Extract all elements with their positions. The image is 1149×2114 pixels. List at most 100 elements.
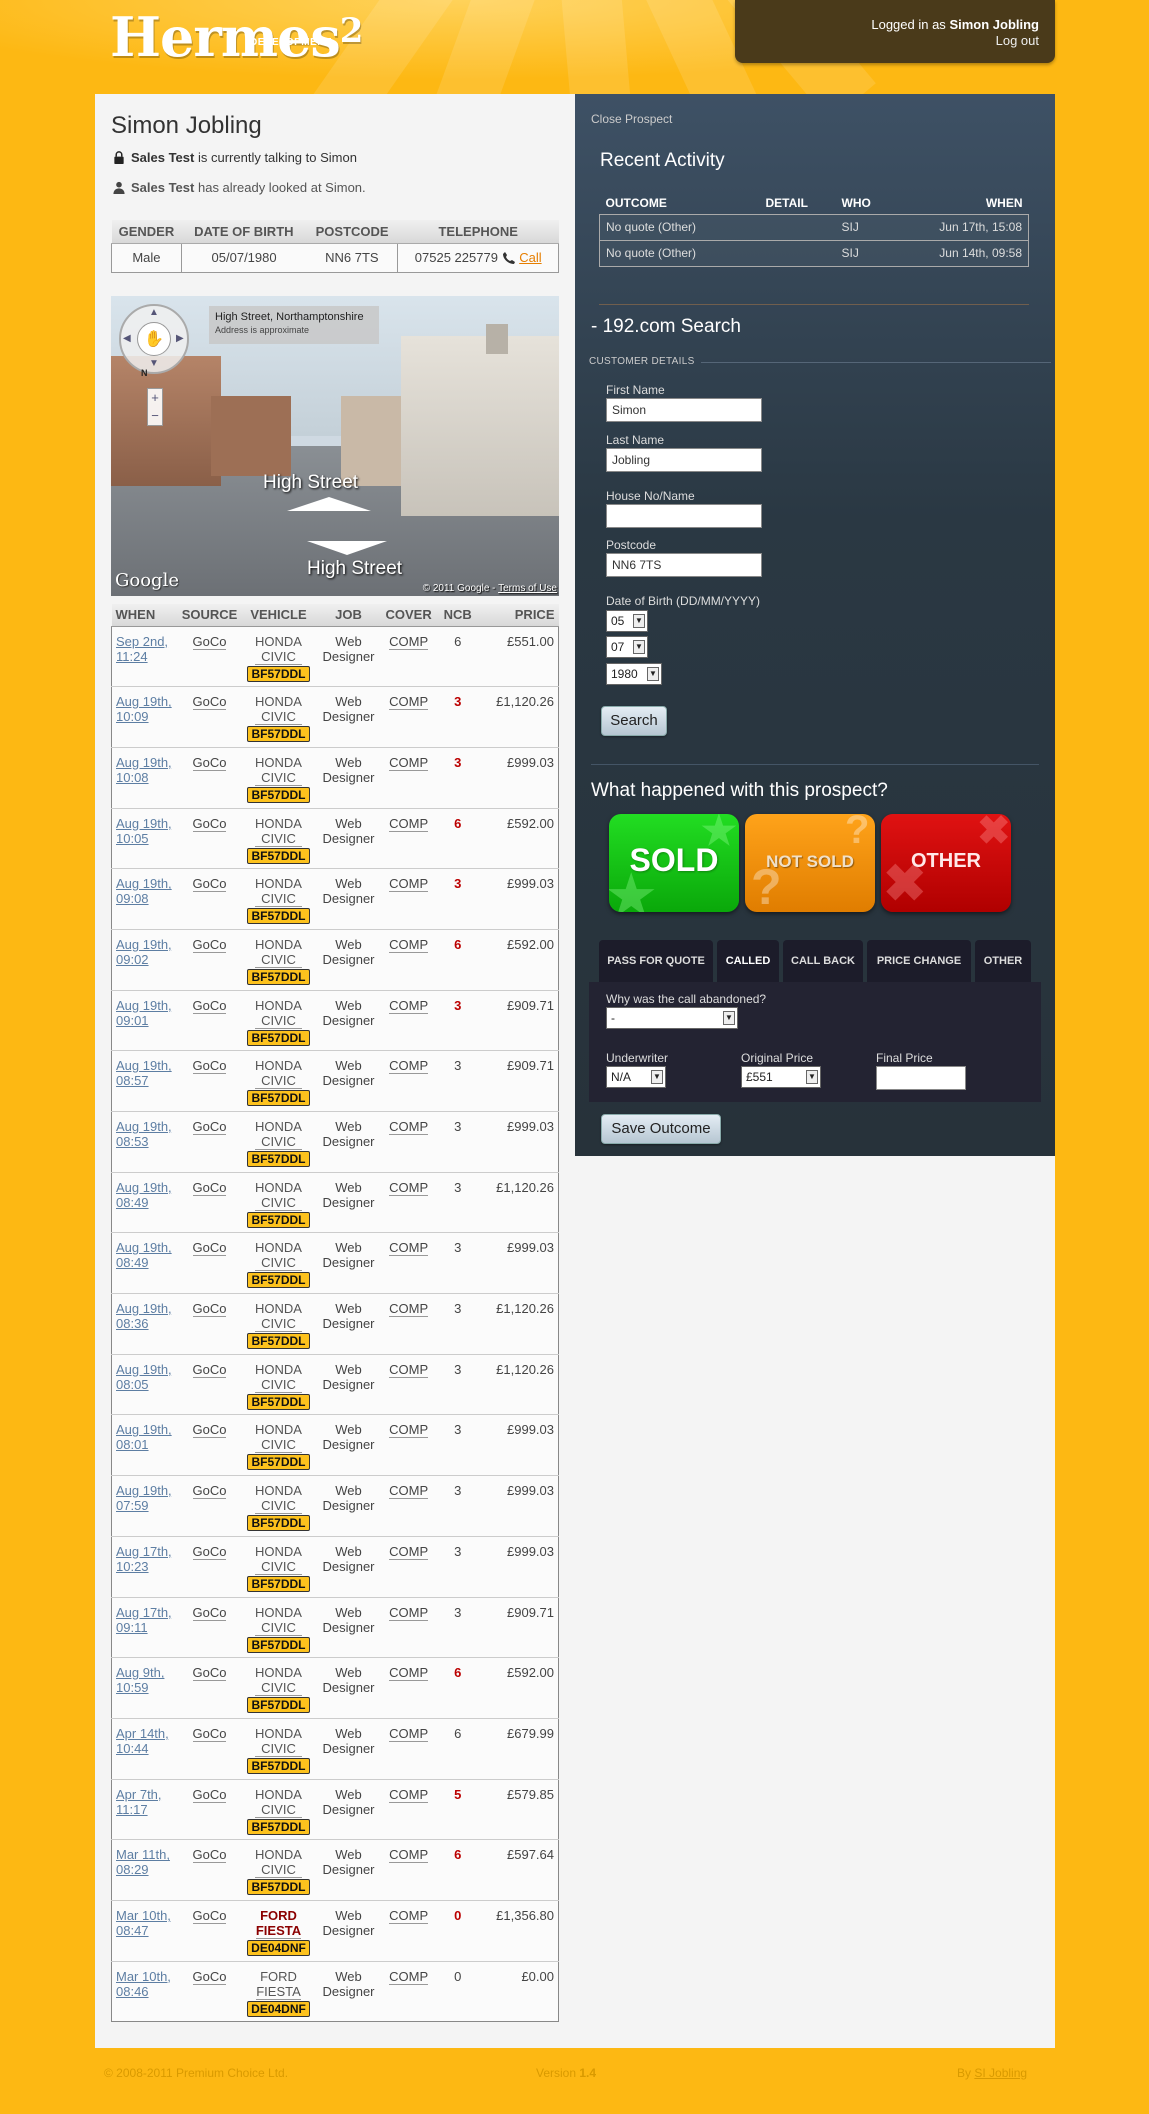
final-price-field[interactable] — [876, 1066, 966, 1090]
quote-cover[interactable]: COMP — [389, 633, 429, 650]
footer-author-link[interactable]: SI Jobling — [974, 2066, 1027, 2080]
quote-source[interactable]: GoCo — [192, 936, 227, 953]
street-view-map[interactable]: High Street, Northamptonshire Address is … — [111, 296, 559, 596]
quote-source[interactable]: GoCo — [192, 1847, 227, 1864]
quote-vehicle[interactable]: HONDA CIVIC — [255, 694, 302, 726]
quote-when[interactable]: Aug 19th, 10:09 — [111, 686, 178, 748]
quote-when-link[interactable]: Mar 10th, 08:46 — [116, 1969, 171, 1999]
quote-when-link[interactable]: Aug 19th, 08:49 — [116, 1180, 172, 1210]
quote-vehicle[interactable]: HONDA CIVIC — [255, 634, 302, 665]
quote-when[interactable]: Aug 19th, 08:49 — [111, 1172, 178, 1234]
quote-source[interactable]: GoCo — [192, 1543, 227, 1560]
quote-when[interactable]: Aug 19th, 10:08 — [111, 747, 178, 809]
not-sold-button[interactable]: ? ? NOT SOLD — [745, 814, 875, 912]
quote-cover[interactable]: COMP — [389, 1179, 429, 1196]
quote-when[interactable]: Aug 17th, 09:11 — [111, 1597, 178, 1659]
search-button[interactable]: Search — [601, 706, 667, 736]
quote-cover[interactable]: COMP — [389, 1301, 429, 1318]
quote-source[interactable]: GoCo — [192, 1665, 227, 1682]
quote-cover[interactable]: COMP — [389, 1907, 429, 1924]
quote-source[interactable]: GoCo — [192, 1786, 227, 1803]
quote-cover[interactable]: COMP — [389, 1543, 429, 1560]
other-button[interactable]: ✖ ✖ OTHER — [881, 814, 1011, 912]
quote-vehicle[interactable]: HONDA CIVIC — [255, 1240, 302, 1272]
quote-cover[interactable]: COMP — [389, 1847, 429, 1864]
quote-when[interactable]: Aug 9th, 10:59 — [111, 1657, 178, 1719]
last-name-field[interactable]: Jobling — [606, 448, 762, 472]
quote-vehicle[interactable]: HONDA CIVIC — [255, 1665, 302, 1697]
call-link[interactable]: Call — [519, 250, 541, 265]
tab-called[interactable]: CALLED — [717, 940, 779, 982]
pan-down-icon[interactable]: ▼ — [149, 358, 159, 369]
tab-call-back[interactable]: CALL BACK — [783, 940, 863, 982]
quote-vehicle[interactable]: HONDA CIVIC — [255, 1847, 302, 1879]
quote-when-link[interactable]: Aug 19th, 10:08 — [116, 755, 172, 785]
quote-cover[interactable]: COMP — [389, 1665, 429, 1682]
quote-when[interactable]: Aug 19th, 08:53 — [111, 1111, 178, 1173]
quote-vehicle[interactable]: HONDA CIVIC — [255, 816, 302, 847]
map-pan-control[interactable]: ✋ ▲ ▼ ◀ ▶ N — [119, 304, 189, 378]
quote-when-link[interactable]: Sep 2nd, 11:24 — [116, 634, 168, 664]
quote-cover[interactable]: COMP — [389, 694, 429, 711]
quote-vehicle[interactable]: HONDA CIVIC — [255, 1362, 302, 1393]
quote-source[interactable]: GoCo — [192, 997, 227, 1014]
zoom-in-icon[interactable]: + — [148, 389, 162, 407]
quote-cover[interactable]: COMP — [389, 997, 429, 1014]
quote-cover[interactable]: COMP — [389, 1786, 429, 1803]
quote-when[interactable]: Aug 17th, 10:23 — [111, 1536, 178, 1598]
quote-vehicle[interactable]: HONDA CIVIC — [255, 1058, 302, 1090]
quote-vehicle[interactable]: HONDA CIVIC — [255, 1180, 302, 1211]
forward-arrow-icon[interactable] — [287, 497, 371, 511]
quote-source[interactable]: GoCo — [192, 1604, 227, 1621]
quote-vehicle[interactable]: HONDA CIVIC — [255, 998, 302, 1029]
quote-when[interactable]: Aug 19th, 10:05 — [111, 808, 178, 870]
quote-when-link[interactable]: Aug 19th, 07:59 — [116, 1483, 172, 1513]
quote-when[interactable]: Aug 19th, 08:05 — [111, 1354, 178, 1416]
quote-when[interactable]: Aug 19th, 09:08 — [111, 868, 178, 930]
quote-when-link[interactable]: Apr 7th, 11:17 — [116, 1787, 162, 1817]
map-terms-link[interactable]: Terms of Use — [498, 583, 557, 594]
quote-when-link[interactable]: Aug 17th, 10:23 — [116, 1544, 172, 1574]
logout-link[interactable]: Log out — [996, 33, 1039, 48]
quote-when[interactable]: Aug 19th, 08:01 — [111, 1414, 178, 1477]
quote-when[interactable]: Mar 11th, 08:29 — [111, 1839, 178, 1901]
quote-when[interactable]: Mar 10th, 08:47 — [111, 1900, 178, 1962]
quote-vehicle[interactable]: FORD FIESTA — [255, 1908, 302, 1939]
quote-vehicle[interactable]: HONDA CIVIC — [255, 1726, 302, 1757]
quote-cover[interactable]: COMP — [389, 1968, 429, 1985]
quote-when-link[interactable]: Mar 11th, 08:29 — [116, 1847, 170, 1877]
dob-month-select[interactable]: 07 ▼ — [606, 636, 648, 658]
tab-other[interactable]: OTHER — [975, 940, 1031, 982]
quote-source[interactable]: GoCo — [192, 876, 227, 893]
save-outcome-button[interactable]: Save Outcome — [601, 1114, 721, 1144]
quote-cover[interactable]: COMP — [389, 1725, 429, 1742]
pan-up-icon[interactable]: ▲ — [149, 307, 159, 318]
pan-right-icon[interactable]: ▶ — [176, 333, 184, 344]
zoom-out-icon[interactable]: − — [148, 407, 162, 425]
quote-vehicle[interactable]: HONDA CIVIC — [255, 1422, 302, 1454]
quote-source[interactable]: GoCo — [192, 1968, 227, 1985]
quote-source[interactable]: GoCo — [192, 815, 227, 832]
quote-when[interactable]: Aug 19th, 08:49 — [111, 1232, 178, 1295]
logo[interactable]: Hermes2 DEVELOPMENT — [110, 10, 363, 64]
dob-day-select[interactable]: 05 ▼ — [606, 610, 648, 632]
quote-vehicle[interactable]: HONDA CIVIC — [255, 755, 302, 786]
sold-button[interactable]: ★ ★ SOLD — [609, 814, 739, 912]
quote-vehicle[interactable]: HONDA CIVIC — [255, 1605, 302, 1636]
quote-vehicle[interactable]: HONDA CIVIC — [255, 1119, 302, 1150]
tab-pass-for-quote[interactable]: PASS FOR QUOTE — [599, 940, 713, 982]
quote-source[interactable]: GoCo — [192, 1907, 227, 1924]
quote-when[interactable]: Sep 2nd, 11:24 — [111, 626, 178, 688]
dob-year-select[interactable]: 1980 ▼ — [606, 663, 662, 685]
quote-when-link[interactable]: Aug 19th, 10:05 — [116, 816, 172, 846]
quote-when-link[interactable]: Aug 19th, 09:02 — [116, 937, 172, 967]
quote-when-link[interactable]: Aug 19th, 08:49 — [116, 1240, 172, 1270]
hand-icon[interactable]: ✋ — [137, 322, 171, 356]
quote-vehicle[interactable]: HONDA CIVIC — [255, 1483, 302, 1515]
quote-vehicle[interactable]: HONDA CIVIC — [255, 1787, 302, 1818]
quote-when-link[interactable]: Aug 9th, 10:59 — [116, 1665, 164, 1695]
quote-cover[interactable]: COMP — [389, 1361, 429, 1378]
quote-vehicle[interactable]: HONDA CIVIC — [255, 1544, 302, 1575]
quote-cover[interactable]: COMP — [389, 815, 429, 832]
quote-when-link[interactable]: Apr 14th, 10:44 — [116, 1726, 169, 1756]
